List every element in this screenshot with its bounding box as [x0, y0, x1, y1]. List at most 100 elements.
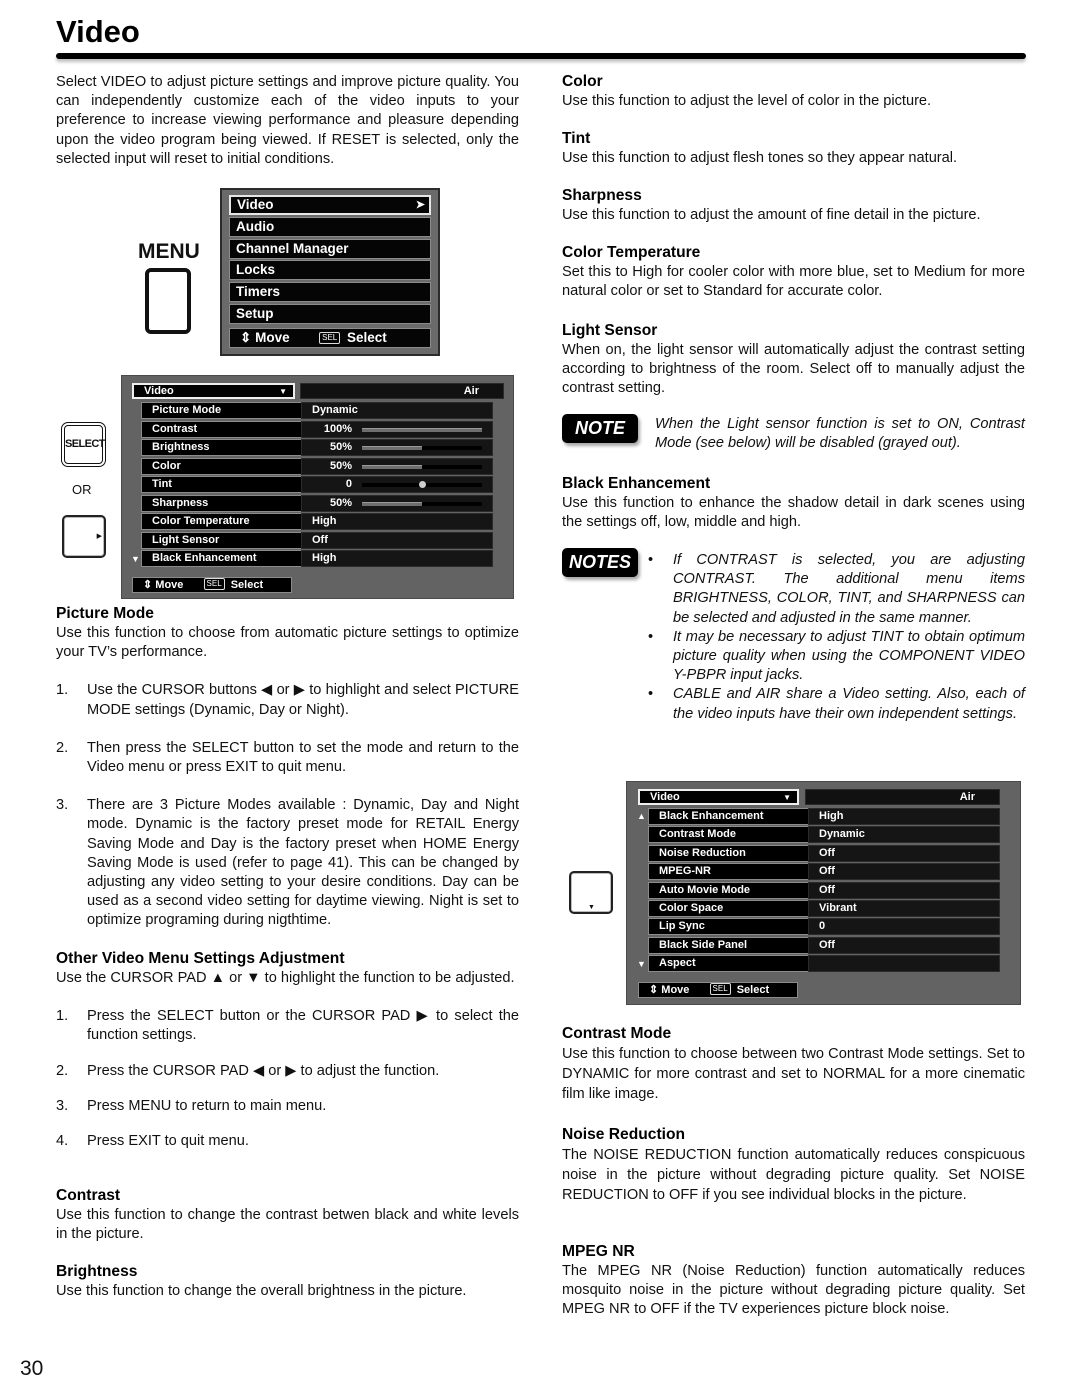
chevron-down-icon: ▼	[783, 793, 791, 802]
section-heading: Tint	[562, 130, 591, 147]
menu-row-light-sensor[interactable]: Light Sensor Off	[141, 531, 493, 549]
menu-row-label: Color Space	[648, 900, 808, 917]
move-label: Move	[661, 984, 690, 996]
level-slider[interactable]	[362, 427, 482, 432]
menu-row-picture-mode[interactable]: Picture Mode Dynamic	[141, 402, 493, 419]
level-slider[interactable]	[362, 501, 482, 506]
scroll-down-icon[interactable]: ▼	[637, 959, 646, 969]
select-button-icon: SELECT	[61, 422, 106, 467]
menu-row-value-text: Off	[819, 938, 835, 951]
main-menu-item-channel-manager[interactable]: Channel Manager	[229, 238, 431, 259]
sel-key-icon: SEL	[319, 331, 341, 344]
level-slider[interactable]	[362, 446, 482, 450]
list-number: 1.	[56, 1008, 69, 1025]
chevron-down-icon: ▼	[279, 387, 287, 396]
menu-row-color-temperature[interactable]: Color Temperature High	[141, 513, 493, 530]
main-menu-item-audio[interactable]: Audio	[229, 216, 431, 237]
list-number: 2.	[56, 1062, 69, 1079]
section-heading: Black Enhancement	[562, 475, 711, 492]
cursor-right-button-icon: ▶	[62, 515, 106, 558]
bullet: •	[648, 628, 654, 645]
menu-row-black-side-panel[interactable]: Black Side Panel Off	[648, 936, 1000, 954]
menu-row-label: Color Temperature	[141, 513, 301, 530]
menu-row-value-text: 50%	[329, 441, 352, 453]
main-menu-item-label: Audio	[236, 218, 275, 234]
cursor-right-arrow-icon: ▶	[96, 533, 102, 540]
menu-row-value: Off	[808, 863, 1000, 881]
menu-row-label: Black Side Panel	[648, 936, 808, 954]
notes-item-text: It may be necessary to adjust TINT to ob…	[673, 628, 1025, 684]
menu-row-label: Aspect	[648, 955, 808, 973]
section-heading: MPEG NR	[562, 1243, 635, 1260]
menu-row-sharpness[interactable]: Sharpness 50%	[141, 494, 493, 512]
video-dropdown[interactable]: Video ▼	[638, 789, 799, 805]
menu-row-value-text: Dynamic	[312, 404, 358, 416]
notes-list-item: • If CONTRAST is selected, you are adjus…	[648, 551, 1025, 628]
menu-row-value: 0	[808, 918, 1000, 936]
main-menu-item-timers[interactable]: Timers	[229, 282, 431, 303]
menu-row-lip-sync[interactable]: Lip Sync 0	[648, 918, 1000, 936]
mpeg-nr-section: MPEG NR The MPEG NR (Noise Reduction) fu…	[562, 1242, 1025, 1320]
video-menu-osd-1: Video ▼ Air Picture Mode Dynamic Contrast 1…	[121, 375, 514, 599]
menu-row-contrast-mode[interactable]: Contrast Mode Dynamic	[648, 826, 1000, 844]
tint-slider-knob[interactable]	[419, 481, 426, 488]
main-menu-item-locks[interactable]: Locks	[229, 260, 431, 281]
menu-row-value-text: Vibrant	[819, 902, 857, 914]
menu-row-contrast[interactable]: Contrast 100%	[141, 420, 493, 438]
section-body: Set this to High for cooler color with m…	[562, 264, 1025, 300]
list-text: There are 3 Picture Modes available : Dy…	[87, 797, 519, 929]
move-arrows-icon: ⇕	[649, 984, 659, 996]
menu-row-mpeg-nr[interactable]: MPEG-NR Off	[648, 863, 1000, 881]
submenu-arrow-icon: ➤	[415, 199, 425, 211]
video-dropdown[interactable]: Video ▼	[132, 383, 295, 399]
menu-row-value-text: Dynamic	[819, 828, 865, 841]
menu-row-aspect[interactable]: Aspect	[648, 955, 1000, 973]
menu-row-tint[interactable]: Tint 0	[141, 476, 493, 493]
menu-row-auto-movie-mode[interactable]: Auto Movie Mode Off	[648, 881, 1000, 899]
level-slider[interactable]	[362, 464, 482, 469]
list-number: 4.	[56, 1133, 69, 1150]
menu-row-value-text: Off	[819, 865, 835, 878]
cursor-down-arrow-icon: ▼	[588, 904, 595, 911]
other-settings-section: Other Video Menu Settings Adjustment Use…	[56, 949, 519, 1151]
menu-row-value: Off	[301, 531, 493, 549]
menu-row-label: Lip Sync	[648, 918, 808, 936]
section-body: Use the CURSOR PAD ▲ or ▼ to highlight t…	[56, 970, 515, 986]
main-menu-item-setup[interactable]: Setup	[229, 303, 431, 324]
section-body: Use this function to adjust flesh tones …	[562, 150, 958, 166]
menu-row-value-text: 100%	[323, 422, 352, 435]
menu-row-color[interactable]: Color 50%	[141, 457, 493, 475]
menu-row-brightness[interactable]: Brightness 50%	[141, 439, 493, 456]
menu-row-black-enhancement[interactable]: Black Enhancement High	[648, 808, 1000, 825]
menu-row-noise-reduction[interactable]: Noise Reduction Off	[648, 844, 1000, 862]
list-text: Press MENU to return to main menu.	[87, 1097, 327, 1114]
scroll-up-icon[interactable]: ▲	[637, 811, 646, 821]
sharpness-section: Sharpness Use this function to adjust th…	[562, 186, 1025, 225]
noise-reduction-section: Noise Reduction The NOISE REDUCTION func…	[562, 1125, 1025, 1205]
section-heading: Light Sensor	[562, 322, 658, 339]
menu-row-value: Dynamic	[808, 826, 1000, 844]
list-item: 2. Press the CURSOR PAD ◀ or ▶ to adjust…	[56, 1062, 519, 1081]
select-label: Select	[736, 984, 770, 996]
main-menu-item-video[interactable]: Video ➤	[229, 195, 431, 215]
menu-row-label: Light Sensor	[141, 531, 301, 549]
notes-list: • If CONTRAST is selected, you are adjus…	[648, 551, 1025, 724]
level-slider[interactable]	[362, 481, 482, 488]
menu-row-label: Noise Reduction	[648, 844, 808, 862]
menu-row-black-enhancement[interactable]: Black Enhancement High	[141, 550, 493, 567]
page-number: 30	[20, 1357, 44, 1380]
scroll-down-icon[interactable]: ▼	[131, 554, 140, 564]
section-heading: Color	[562, 73, 603, 90]
bullet: •	[648, 552, 654, 568]
list-number: 2.	[56, 739, 69, 756]
menu-row-value: 0	[301, 476, 493, 493]
menu-row-value: Off	[808, 936, 1000, 954]
section-heading: Brightness	[56, 1263, 138, 1280]
contrast-mode-section: Contrast Mode Use this function to choos…	[562, 1024, 1025, 1104]
menu-row-label: Contrast	[141, 420, 301, 438]
input-source: Air	[300, 383, 504, 399]
cursor-down-button-icon: ▼	[569, 871, 613, 914]
video-menu-osd-2: Video ▼ Air Black Enhancement High Contras…	[626, 781, 1021, 1005]
move-label: Move	[255, 329, 290, 345]
menu-row-color-space[interactable]: Color Space Vibrant	[648, 900, 1000, 917]
